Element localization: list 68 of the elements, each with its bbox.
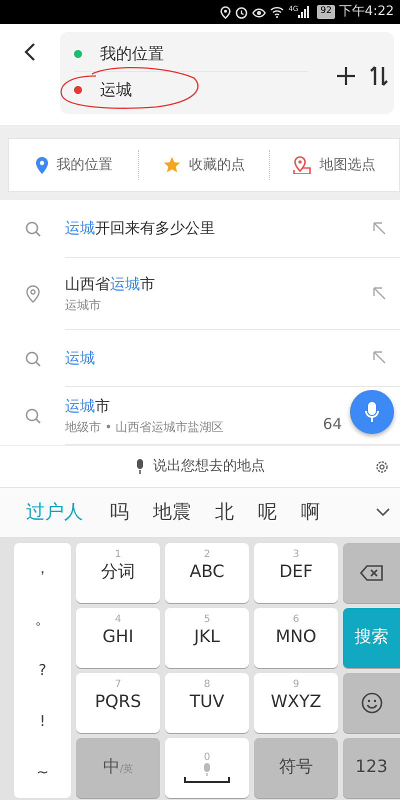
keyboard-key[interactable]: 符号 (254, 738, 338, 798)
keyboard-key[interactable]: 2 ABC (165, 543, 249, 603)
arrow-up-left-icon (372, 350, 386, 364)
symbol-key[interactable]: ! (14, 696, 71, 747)
candidate-word[interactable]: 呢 (258, 498, 277, 527)
wifi-icon (270, 6, 284, 18)
swap-icon (370, 66, 388, 86)
alarm-icon (235, 6, 248, 18)
symbol-key[interactable]: ， (14, 543, 71, 594)
eye-icon (252, 6, 266, 18)
keyboard-key[interactable]: 1 分词 (76, 543, 160, 603)
location-pin-icon (26, 285, 40, 303)
keyboard-key[interactable]: 8 TUV (165, 673, 249, 733)
settings-button[interactable] (375, 460, 389, 474)
keyboard-key[interactable]: 6 MNO (254, 608, 338, 668)
backspace-icon (360, 565, 384, 581)
battery-level: 92 (317, 5, 335, 19)
arrow-up-left-icon (372, 220, 386, 234)
keyboard-key[interactable]: 4 GHI (76, 608, 160, 668)
signal-icon (298, 6, 310, 18)
candidate-word[interactable]: 地震 (153, 498, 191, 527)
plus-icon (336, 66, 356, 86)
keyboard-key[interactable]: 123 (343, 738, 400, 798)
emoji-key[interactable] (343, 673, 400, 733)
quick-action-button[interactable]: 我的位置 (9, 139, 138, 191)
keyboard-key[interactable]: 3 DEF (254, 543, 338, 603)
map-pin-icon (293, 156, 312, 174)
origin-field[interactable]: 我的位置 (100, 42, 164, 66)
destination-field[interactable]: 运城 (100, 78, 132, 102)
arrow-up-left-icon (372, 286, 386, 300)
keyboard-key[interactable]: 5 JKL (165, 608, 249, 668)
pin-icon (34, 156, 49, 174)
result-title: 运城市 (65, 396, 111, 418)
quick-action-button[interactable]: 地图选点 (270, 139, 399, 191)
result-subtitle: 地级市 • 山西省运城市盐湖区 (65, 418, 225, 436)
symbol-key[interactable]: ? (14, 645, 71, 696)
result-title: 运城开回来有多少公里 (65, 218, 216, 240)
settings-icon (375, 460, 389, 474)
microphone-icon (135, 459, 145, 474)
search-icon (24, 221, 40, 237)
microphone-icon (365, 401, 379, 423)
result-title: 山西省运城市 (65, 274, 156, 296)
result-distance: 64 (322, 414, 342, 436)
star-icon (162, 156, 181, 174)
candidate-word[interactable]: 啊 (301, 498, 320, 527)
result-subtitle: 运城市 (65, 296, 102, 314)
backspace-key[interactable] (343, 543, 400, 603)
candidate-word[interactable]: 北 (215, 498, 234, 527)
search-icon (24, 408, 40, 424)
result-row[interactable]: 山西省运城市 运城市 (0, 258, 400, 330)
back-icon (24, 42, 36, 62)
search-icon (24, 350, 40, 366)
location-icon (220, 6, 232, 18)
voice-button[interactable] (350, 390, 394, 434)
symbol-key[interactable]: 。 (14, 594, 71, 645)
result-row[interactable]: 运城开回来有多少公里 (0, 200, 400, 258)
quick-action-button[interactable]: 收藏的点 (139, 139, 269, 191)
candidate-word[interactable]: 吗 (110, 498, 129, 527)
status-time: 下午4:22 (338, 3, 394, 22)
chevron-down-icon (376, 508, 390, 517)
smiley-icon (360, 692, 382, 714)
voice-hint: 说出您想去的地点 (153, 457, 265, 476)
expand-button[interactable] (376, 508, 390, 517)
result-title: 运城 (65, 348, 96, 369)
keyboard-key[interactable]: 9 WXYZ (254, 673, 338, 733)
symbol-key[interactable]: ~ (14, 747, 71, 798)
keyboard-key[interactable]: 7 PQRS (76, 673, 160, 733)
microphone-space-icon (184, 763, 230, 783)
